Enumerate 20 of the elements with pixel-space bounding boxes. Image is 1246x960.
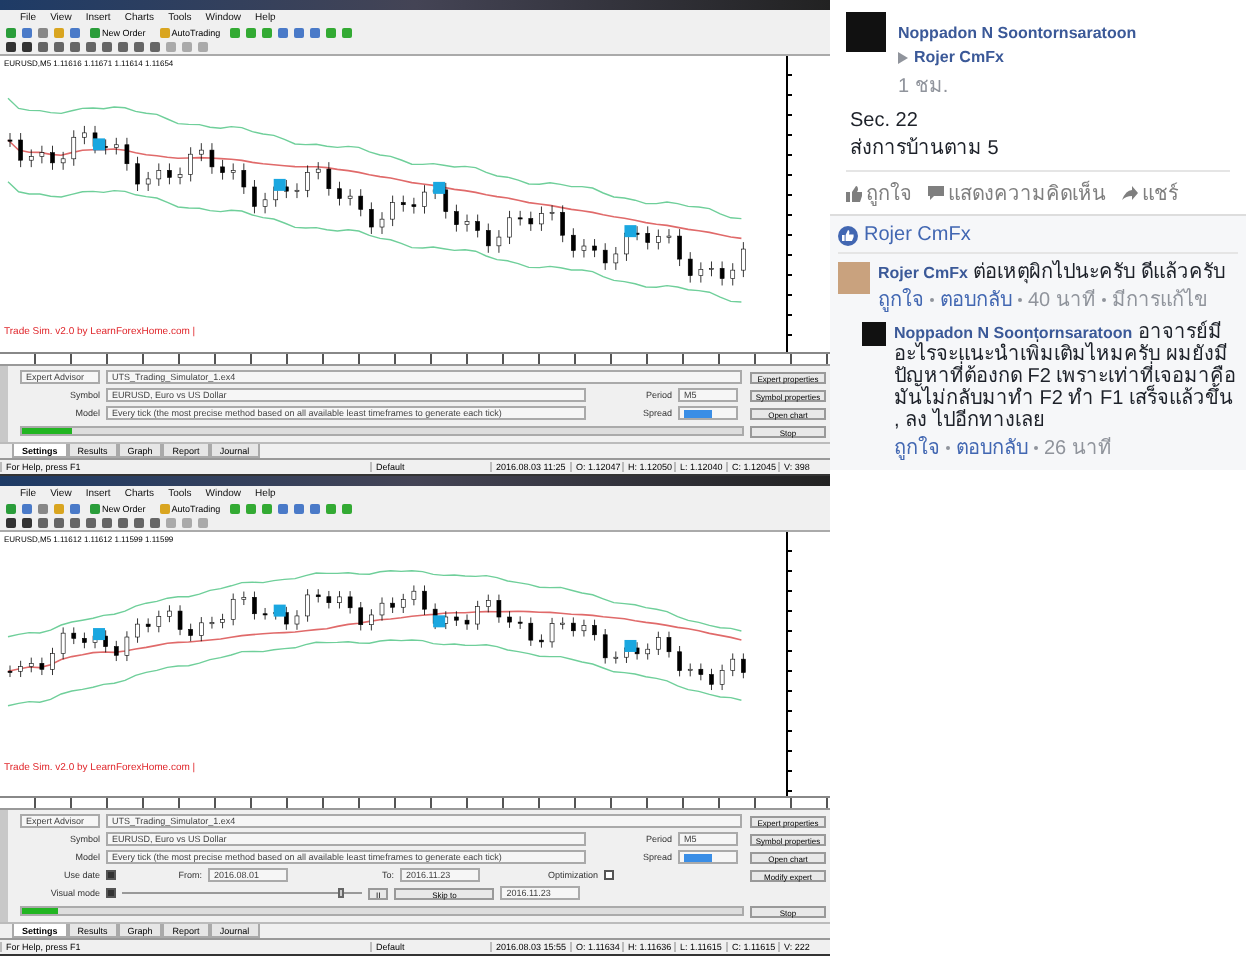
post-time: 1 ชม. [898,76,949,98]
post-text: Sec. 22 [850,110,920,132]
comment-text: Noppadon N Soontornsaratoon อาจารย์มีอะไรจะแนะนำเพิ่มเติมไหมครับ ผมยังมีปัญหาที่ต้องกด F2 เพราะเท่าที่เจอมาคือ มันไม่กลับมาทำ F2 ทำ F1 เสร็จแล้วขึ้น , ลง ไปอีกทางเลย [894,322,1238,432]
group-link[interactable]: Rojer CmFx [914,48,1004,66]
commenter-link[interactable]: Rojer CmFx [878,264,968,282]
liker-name[interactable]: Rojer CmFx [864,224,971,246]
share-button[interactable]: แชร์ [1122,178,1178,208]
comment-meta: 26 นาที [1044,435,1112,462]
comment-text: Rojer CmFx ต่อเหตุผิกไปนะครับ ดีแล้วครับ [878,262,1225,284]
like-link[interactable]: ถูกใจ [894,432,940,462]
comment-meta: 40 นาที [1028,287,1096,314]
reply-link[interactable]: ตอบกลับ [956,432,1028,462]
comment-button[interactable]: แสดงความคิดเห็น [928,178,1106,208]
author-link[interactable]: Noppadon N Soontornsaratoon [898,24,1137,42]
like-button[interactable]: ถูกใจ [846,178,912,208]
like-link[interactable]: ถูกใจ [878,284,924,314]
reply-link[interactable]: ตอบกลับ [940,284,1012,314]
post-text: ส่งการบ้านตาม 5 [850,135,1001,162]
commenter-link[interactable]: Noppadon N Soontornsaratoon [894,324,1133,342]
comment-meta: มีการแก้ไข [1111,286,1208,314]
